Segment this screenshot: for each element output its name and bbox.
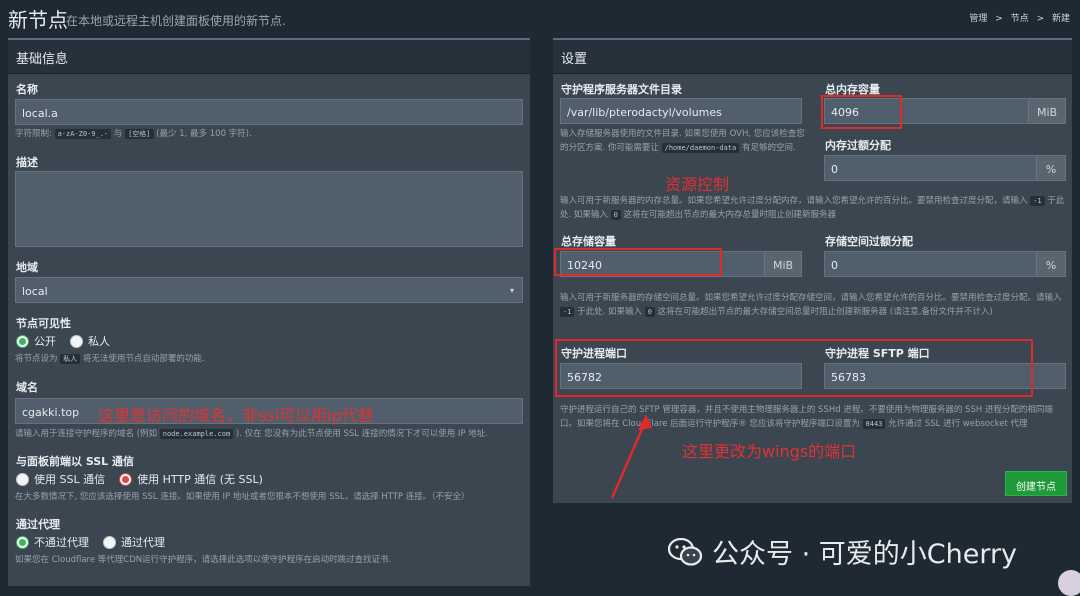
annotation-arrow [610, 414, 652, 499]
create-node-button[interactable]: 创建节点 [1005, 471, 1067, 496]
page-title: 新节点 [8, 8, 68, 32]
memory-help: 输入可用于新服务器的内存总量。如果您希望允许过度分配内存，请输入您希望允许的百分… [560, 196, 1065, 220]
visibility-public-label: 公开 [34, 335, 56, 348]
daemon-dir-help: 输入存储服务器使用的文件目录. 如果您使用 OVH, 您应该检查您的分区方案. … [560, 129, 805, 153]
breadcrumb: 管理 > 节点 > 新建 [969, 11, 1070, 24]
disk-highlight-box [554, 248, 722, 276]
proxy-help: 如果您在 Cloudflare 等代理CDN运行守护程序，请选择此选项以使守护程… [15, 555, 392, 565]
ssl-radios: 使用 SSL 通信 使用 HTTP 通信 (无 SSL) [16, 471, 277, 487]
name-label: 名称 [16, 83, 38, 96]
daemon-dir-input[interactable]: /var/lib/pterodactyl/volumes [560, 98, 802, 124]
proxy-radios: 不通过代理 通过代理 [16, 534, 179, 550]
resource-annotation: 资源控制 [665, 175, 730, 194]
page-header: 新节点 在本地或远程主机创建面板使用的新节点. 管理 > 节点 > 新建 [0, 0, 1080, 36]
breadcrumb-sep: > [1036, 14, 1045, 24]
domain-label: 域名 [16, 381, 38, 394]
name-input[interactable]: local.a [15, 99, 523, 125]
proxy-off-radio[interactable] [16, 535, 29, 549]
breadcrumb-new: 新建 [1051, 14, 1070, 24]
proxy-off-label: 不通过代理 [34, 536, 89, 549]
daemon-dir-label: 守护程序服务器文件目录 [561, 83, 682, 96]
proxy-on-label: 通过代理 [121, 536, 165, 549]
disk-label: 总存储容量 [561, 235, 616, 248]
chevron-down-icon: ▾ [509, 286, 514, 295]
visibility-help: 将节点设为 私人 将无法使用节点自动部署的功能. [15, 354, 205, 364]
breadcrumb-nodes[interactable]: 节点 [1011, 14, 1029, 24]
location-select[interactable]: local ▾ [15, 277, 523, 303]
settings-title: 设置 [553, 40, 1072, 74]
proxy-on-radio[interactable] [103, 535, 116, 549]
ssl-label: 与面板前端以 SSL 通信 [16, 455, 135, 468]
visibility-private-radio[interactable] [70, 334, 83, 348]
location-label: 地域 [16, 261, 38, 274]
disk-unit: MiB [764, 251, 802, 277]
memory-highlight-box [821, 95, 902, 129]
proxy-label: 通过代理 [16, 518, 60, 531]
domain-annotation: 这里是访问的域名，非ssl可以用ip代替 [98, 406, 374, 425]
ssl-https-label: 使用 SSL 通信 [34, 473, 106, 486]
wechat-icon [668, 537, 702, 566]
memory-overalloc-label: 内存过额分配 [825, 139, 891, 152]
disk-overalloc-input[interactable]: 0 [824, 251, 1037, 277]
description-textarea[interactable] [15, 171, 523, 247]
floating-avatar[interactable] [1058, 570, 1080, 596]
memory-overalloc-unit: % [1036, 155, 1066, 181]
watermark: 公众号 · 可爱的小Cherry [668, 532, 1017, 571]
visibility-public-radio[interactable] [16, 334, 29, 348]
disk-overalloc-unit: % [1036, 251, 1066, 277]
page-subtitle: 在本地或远程主机创建面板使用的新节点. [66, 14, 286, 28]
ssl-http-radio[interactable] [119, 472, 133, 486]
ports-annotation: 这里更改为wings的端口 [682, 442, 857, 461]
ports-highlight-box [555, 339, 1033, 397]
visibility-label: 节点可见性 [16, 317, 71, 330]
description-label: 描述 [16, 156, 38, 169]
ssl-help: 在大多数情况下, 您应该选择使用 SSL 连接。如果使用 IP 地址或者您根本不… [15, 492, 470, 502]
disk-help: 输入可用于新服务器的存储空间总量。如果您希望允许过度分配存储空间，请输入您希望允… [560, 293, 1062, 317]
memory-unit: MiB [1028, 98, 1066, 124]
ssl-http-label: 使用 HTTP 通信 (无 SSL) [137, 473, 263, 486]
domain-help: 请输入用于连接守护程序的域名 (例如 node.example.com ). 仅… [15, 429, 488, 439]
disk-overalloc-label: 存储空间过额分配 [825, 235, 913, 248]
memory-overalloc-input[interactable]: 0 [824, 155, 1037, 181]
name-help: 字符限制: a-zA-Z0-9_.- 与 [空格] (最少 1, 最多 100 … [15, 129, 252, 139]
ssl-https-radio[interactable] [16, 472, 29, 486]
visibility-radios: 公开 私人 [16, 333, 124, 349]
breadcrumb-sep: > [995, 14, 1003, 24]
visibility-private-label: 私人 [88, 335, 110, 348]
basic-info-title: 基础信息 [8, 40, 530, 74]
watermark-text: 公众号 · 可爱的小Cherry [712, 539, 1018, 570]
breadcrumb-admin[interactable]: 管理 [969, 14, 987, 24]
